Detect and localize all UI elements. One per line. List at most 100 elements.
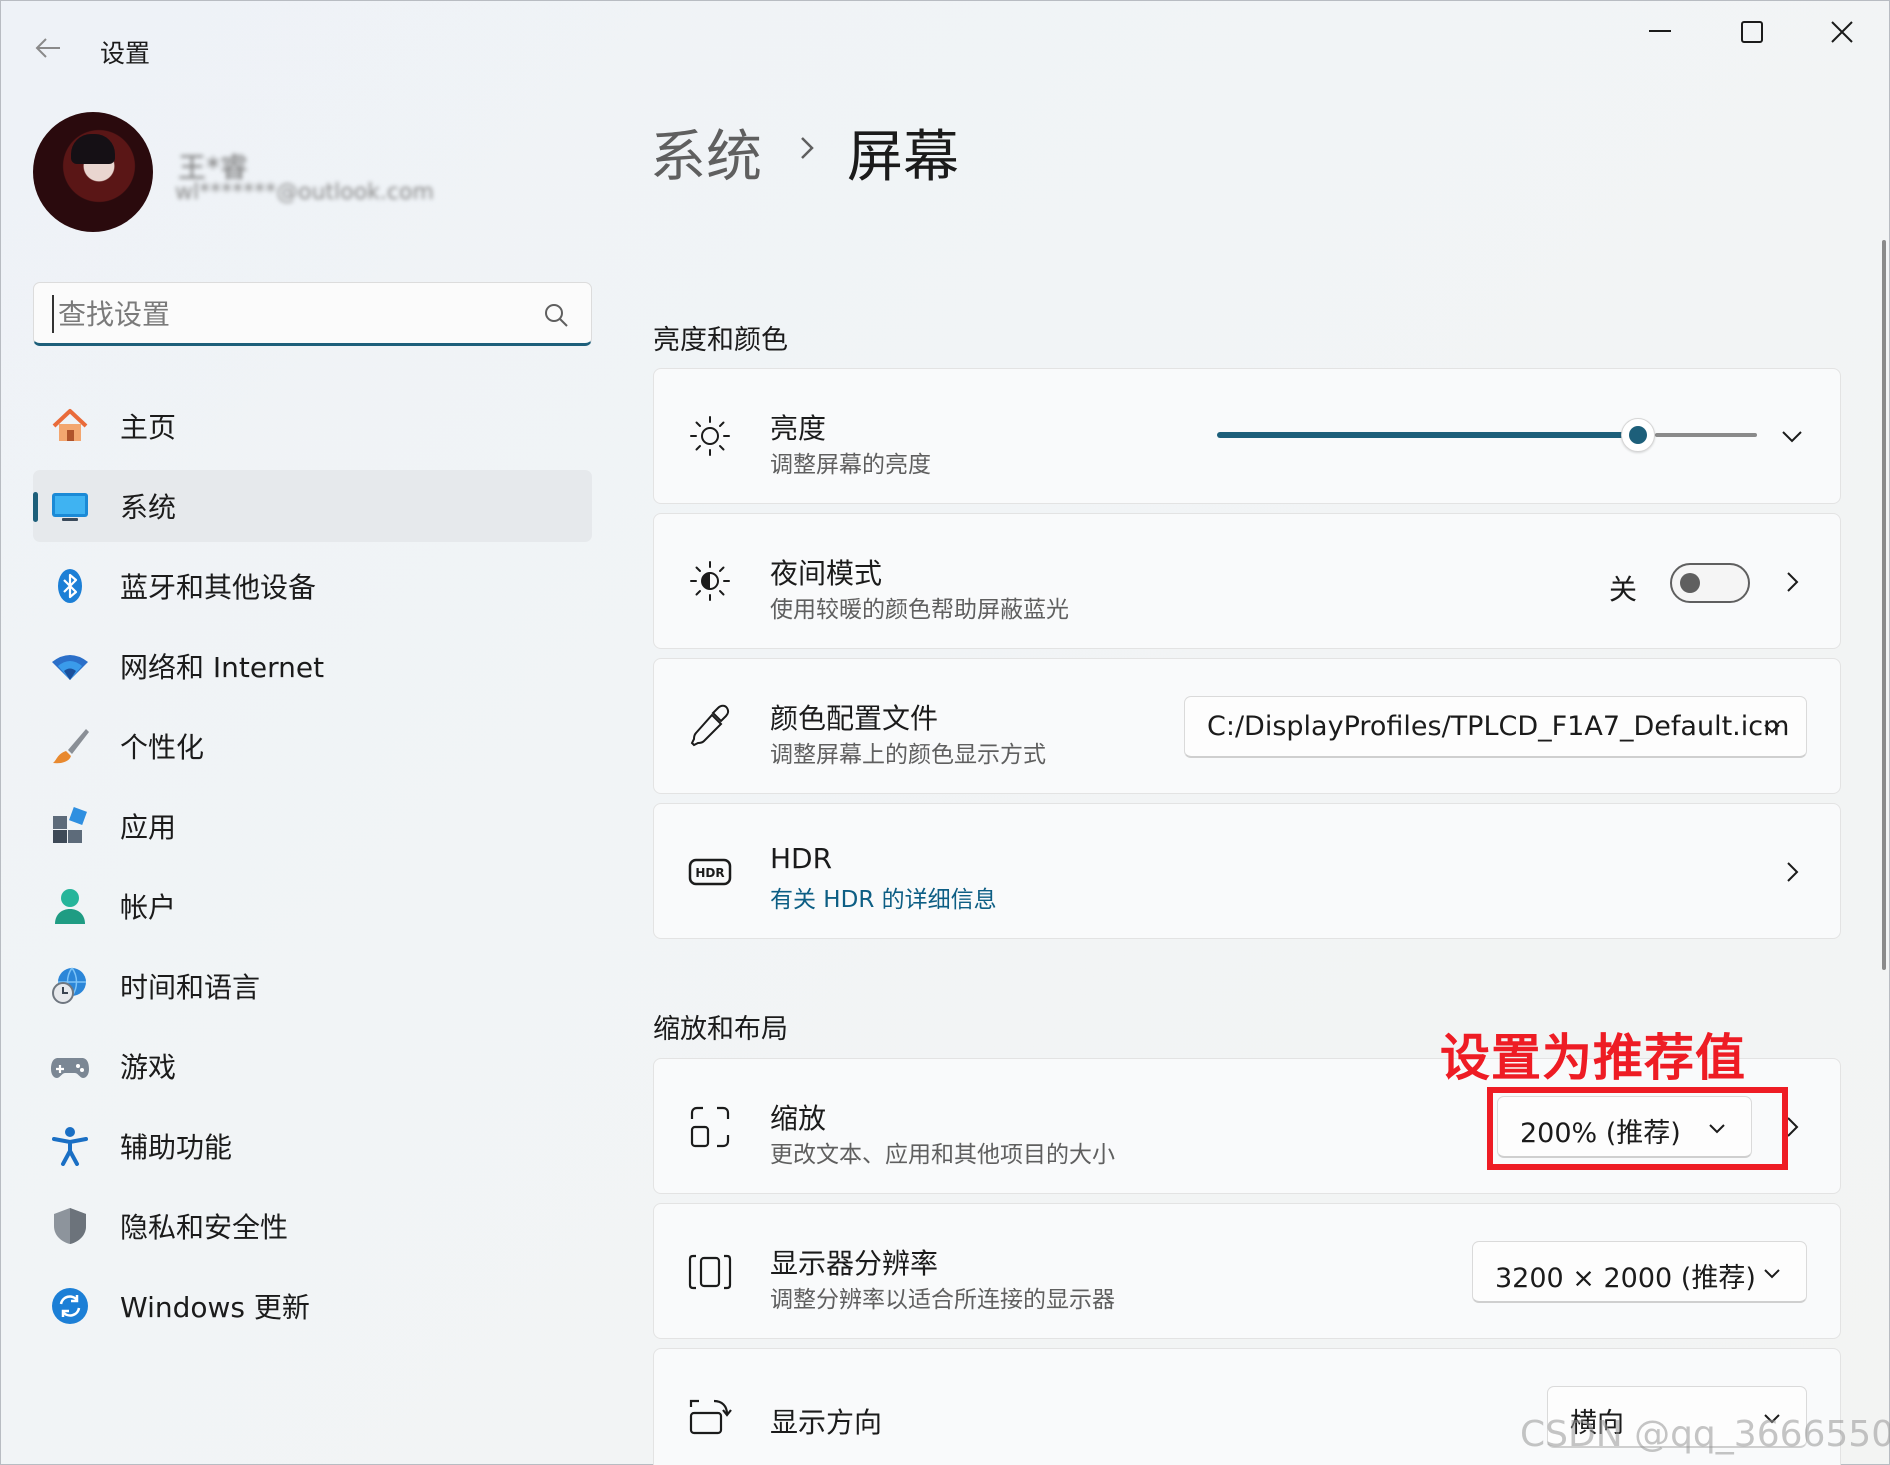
sidebar-item-label: 系统 <box>120 491 177 524</box>
hdr-title: HDR <box>770 842 833 875</box>
sidebar-item-accessibility[interactable]: 辅助功能 <box>33 1110 592 1182</box>
sidebar-item-bluetooth[interactable]: 蓝牙和其他设备 <box>33 550 592 622</box>
back-button[interactable] <box>30 30 66 66</box>
annotation-label: 设置为推荐值 <box>1440 1029 1746 1087</box>
update-icon <box>52 1288 88 1324</box>
user-email: wl*******@outlook.com <box>175 180 434 205</box>
chevron-down-icon[interactable] <box>1780 424 1804 448</box>
sidebar-item-label: 蓝牙和其他设备 <box>120 571 317 604</box>
eyedropper-icon <box>690 704 730 747</box>
gamepad-icon <box>51 1058 89 1078</box>
svg-text:HDR: HDR <box>695 866 724 880</box>
shield-icon <box>54 1208 86 1244</box>
breadcrumb-parent[interactable]: 系统 <box>650 112 762 193</box>
sidebar-item-label: 网络和 Internet <box>120 651 325 684</box>
chevron-right-icon <box>801 137 814 159</box>
night-light-subtitle: 使用较暖的颜色帮助屏蔽蓝光 <box>770 597 1069 623</box>
scale-title: 缩放 <box>770 1102 827 1135</box>
system-display-icon <box>52 493 88 521</box>
brightness-card[interactable]: 亮度 调整屏幕的亮度 <box>653 368 1841 504</box>
hdr-card[interactable]: HDR HDR 有关 HDR 的详细信息 <box>653 803 1841 939</box>
brightness-slider[interactable] <box>1217 418 1757 452</box>
sidebar-item-label: 帐户 <box>120 891 177 924</box>
resolution-card: 显示器分辨率 调整分辨率以适合所连接的显示器 3200 × 2000 (推荐) <box>653 1203 1841 1339</box>
sidebar-item-network[interactable]: 网络和 Internet <box>33 630 592 702</box>
annotation-highlight-box <box>1487 1087 1788 1170</box>
orientation-title: 显示方向 <box>770 1406 883 1439</box>
scale-icon <box>690 1106 730 1148</box>
bluetooth-icon <box>58 569 82 603</box>
app-title: 设置 <box>100 39 151 68</box>
sidebar-item-label: Windows 更新 <box>120 1291 310 1324</box>
search-input[interactable] <box>52 295 532 333</box>
sidebar-item-windows-update[interactable]: Windows 更新 <box>33 1270 592 1342</box>
scale-subtitle: 更改文本、应用和其他项目的大小 <box>770 1142 1115 1168</box>
color-profile-dropdown[interactable]: C:/DisplayProfiles/TPLCD_F1A7_Default.ic… <box>1184 696 1807 758</box>
minimize-icon <box>1649 30 1671 32</box>
maximize-icon <box>1741 21 1763 43</box>
brightness-subtitle: 调整屏幕的亮度 <box>770 452 931 478</box>
watermark: CSDN @qq_36665508 <box>1520 1414 1890 1455</box>
chevron-down-icon <box>1764 724 1780 734</box>
sidebar-item-label: 主页 <box>120 411 177 444</box>
night-light-title: 夜间模式 <box>770 557 883 590</box>
page-title: 屏幕 <box>847 125 959 190</box>
home-icon <box>52 409 88 441</box>
brightness-slider-thumb[interactable] <box>1621 418 1655 452</box>
night-light-card[interactable]: 夜间模式 使用较暖的颜色帮助屏蔽蓝光 关 <box>653 513 1841 649</box>
sidebar-nav: 主页 系统 蓝牙和其他设备 网络和 Internet 个性化 应用 帐户 时间和… <box>33 390 592 1350</box>
account-icon <box>55 889 85 924</box>
sidebar-item-time-language[interactable]: 时间和语言 <box>33 950 592 1022</box>
resolution-dropdown[interactable]: 3200 × 2000 (推荐) <box>1472 1241 1807 1303</box>
search-box[interactable] <box>33 282 592 346</box>
night-light-state: 关 <box>1608 573 1637 606</box>
sidebar-item-gaming[interactable]: 游戏 <box>33 1030 592 1102</box>
close-icon <box>1831 21 1853 43</box>
scrollbar[interactable] <box>1882 240 1886 970</box>
resolution-title: 显示器分辨率 <box>770 1247 939 1280</box>
brush-icon <box>53 729 89 764</box>
color-profile-card: 颜色配置文件 调整屏幕上的颜色显示方式 C:/DisplayProfiles/T… <box>653 658 1841 794</box>
apps-icon <box>53 807 87 843</box>
resolution-value: 3200 × 2000 (推荐) <box>1495 1263 1756 1294</box>
resolution-subtitle: 调整分辨率以适合所连接的显示器 <box>770 1287 1115 1313</box>
sidebar-item-privacy[interactable]: 隐私和安全性 <box>33 1190 592 1262</box>
wifi-icon <box>52 655 88 680</box>
chevron-down-icon <box>1764 1269 1780 1279</box>
globe-clock-icon <box>52 967 86 1004</box>
color-profile-value: C:/DisplayProfiles/TPLCD_F1A7_Default.ic… <box>1207 711 1790 742</box>
sidebar-item-home[interactable]: 主页 <box>33 390 592 462</box>
sun-icon <box>690 416 730 456</box>
color-profile-subtitle: 调整屏幕上的颜色显示方式 <box>770 742 1046 768</box>
sidebar-item-label: 辅助功能 <box>120 1131 233 1164</box>
chevron-right-icon[interactable] <box>1780 570 1804 594</box>
sidebar-item-accounts[interactable]: 帐户 <box>33 870 592 942</box>
maximize-button[interactable] <box>1722 12 1782 52</box>
sidebar-item-label: 应用 <box>120 811 177 844</box>
color-profile-title: 颜色配置文件 <box>770 702 939 735</box>
sidebar-item-label: 个性化 <box>120 731 205 764</box>
night-light-toggle[interactable] <box>1670 563 1750 603</box>
sidebar-item-apps[interactable]: 应用 <box>33 790 592 862</box>
night-light-icon <box>690 561 730 601</box>
hdr-details-link[interactable]: 有关 HDR 的详细信息 <box>770 880 997 914</box>
brightness-slider-fill <box>1217 432 1638 438</box>
sidebar-item-label: 时间和语言 <box>120 971 261 1004</box>
resolution-icon <box>688 1254 732 1290</box>
sidebar-item-label: 隐私和安全性 <box>120 1211 289 1244</box>
sidebar-item-system[interactable]: 系统 <box>33 470 592 542</box>
brightness-title: 亮度 <box>770 412 827 445</box>
avatar[interactable] <box>33 112 153 232</box>
section-title-brightness-color: 亮度和颜色 <box>653 325 788 356</box>
sidebar-item-personalization[interactable]: 个性化 <box>33 710 592 782</box>
search-icon[interactable] <box>543 302 569 328</box>
close-button[interactable] <box>1812 12 1872 52</box>
chevron-right-icon[interactable] <box>1780 860 1804 884</box>
accessibility-icon <box>52 1127 88 1166</box>
title-bar: 设置 <box>0 0 1890 90</box>
section-title-scale-layout: 缩放和布局 <box>653 1014 788 1045</box>
hdr-icon: HDR <box>688 858 732 886</box>
back-arrow-icon <box>35 38 60 58</box>
brightness-slider-track <box>1655 433 1757 437</box>
minimize-button[interactable] <box>1630 12 1690 52</box>
